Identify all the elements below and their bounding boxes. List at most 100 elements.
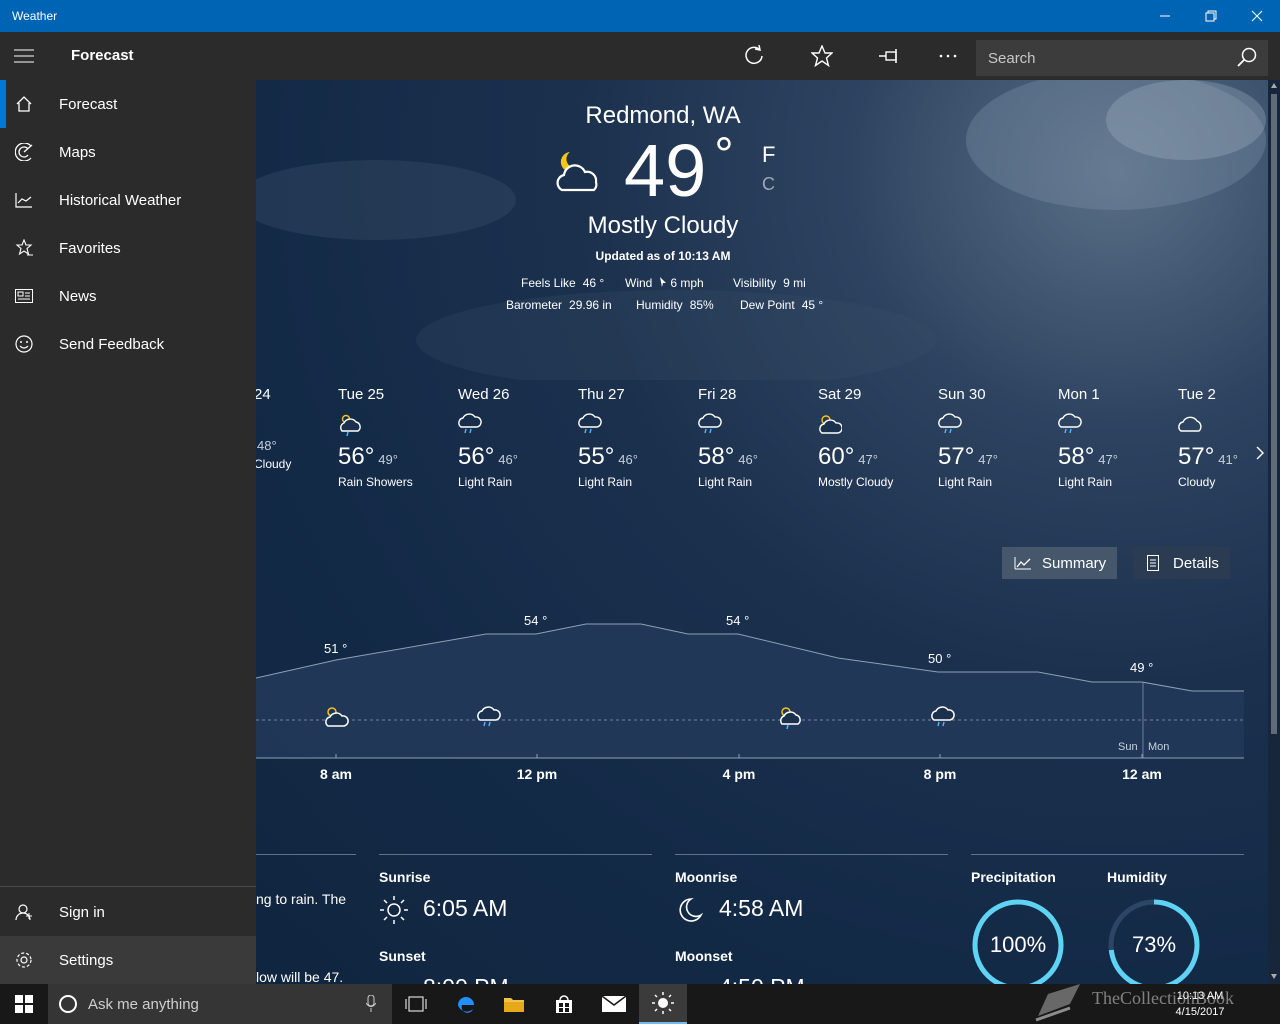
day-condition: Light Rain [938,475,993,489]
search-box[interactable] [976,40,1268,76]
star-list-icon [15,239,33,256]
sun-card: Sunrise 6:05 AM Sunset 8:00 PM [379,854,652,984]
details-button[interactable]: Details [1133,547,1230,579]
sidebar-item-news[interactable]: News [0,272,256,320]
day-name: Sat 29 [818,386,862,403]
day-condition: Light Rain [458,475,513,489]
daily-forecast-item[interactable]: Sat 29 60° 47° Mostly Cloudy [818,386,934,489]
file-explorer-button[interactable] [490,984,538,1024]
clock-time: 10:13 AM [1176,990,1224,1002]
summary-button[interactable]: Summary [1002,547,1117,579]
smiley-icon [15,335,33,353]
day-condition: Mostly Cloudy [818,475,894,489]
search-icon[interactable] [1236,47,1258,69]
sidebar-item-historical-weather[interactable]: Historical Weather [0,176,256,224]
daily-forecast-item[interactable]: Tue 25 56° 49° Rain Showers [338,386,454,489]
more-button[interactable] [928,36,968,76]
scroll-down-icon [1271,974,1277,979]
temp-label-5: 49 ° [1130,660,1153,675]
day-low: 48° [257,438,277,453]
moon-cloud-icon [556,152,598,192]
day-name: Tue 2 [1178,386,1216,403]
celsius-toggle[interactable]: C [762,174,775,195]
sidebar-item-label: Historical Weather [59,191,182,209]
system-clock[interactable]: 10:13 AM 4/15/2017 [1160,988,1240,1020]
rain-icon [458,413,482,434]
scrollbar-thumb[interactable] [1271,94,1277,734]
sidebar-item-favorites[interactable]: Favorites [0,224,256,272]
start-button[interactable] [0,984,48,1024]
hour-label: 4 pm [722,766,756,782]
close-icon [1251,10,1263,22]
line-chart-icon [1014,557,1031,570]
hour-label: 8 pm [923,766,957,782]
day-name: Wed 26 [458,386,510,403]
day-high: 60° [818,443,855,470]
sun-icon [652,992,674,1014]
sidebar-item-label: Sign in [59,903,105,921]
sidebar-item-sign-in[interactable]: Sign in [0,888,256,936]
day-condition: Cloudy [1178,475,1216,489]
cortana-icon [59,995,77,1013]
day-condition: Light Rain [698,475,753,489]
sidebar-item-send-feedback[interactable]: Send Feedback [0,320,256,368]
edge-button[interactable] [442,984,490,1024]
daily-forecast-item[interactable]: Wed 26 56° 46° Light Rain [458,386,574,489]
pin-icon [879,49,897,63]
daily-forecast-item[interactable]: Sun 30 57° 47° Light Rain [938,386,1054,489]
summary-text-2: low will be 47. [256,969,344,984]
sidebar-item-maps[interactable]: Maps [0,128,256,176]
daily-forecast-item[interactable]: Mon 1 58° 47° Light Rain [1058,386,1174,489]
daily-forecast-item[interactable]: Thu 27 55° 46° Light Rain [578,386,694,489]
task-view-icon [405,996,427,1012]
sunset-label: Sunset [379,948,426,964]
minimize-button[interactable] [1142,0,1188,32]
next-days-button[interactable] [1256,446,1264,465]
fahrenheit-toggle[interactable]: F [762,142,775,168]
day-high: 56° [338,443,375,470]
ellipsis-icon [939,54,957,58]
details-label: Details [1173,554,1219,572]
favorite-button[interactable] [802,36,842,76]
sunrise-time: 6:05 AM [423,895,508,921]
day-high: 55° [578,443,615,470]
dew-point: Dew Point 45 ° [740,298,824,312]
rain-icon [1058,413,1082,434]
day-condition: Light Rain [578,475,633,489]
store-button[interactable] [540,984,588,1024]
day-name: Tue 25 [338,386,385,403]
radar-icon [15,143,33,161]
sunrise-label: Sunrise [379,869,431,885]
rain-icon [938,413,962,434]
hour-label: 12 am [1122,766,1162,782]
hour-label: 8 am [320,766,352,782]
mail-icon [602,996,626,1012]
daily-forecast-item[interactable]: Tue 2 57° 41° Cloudy [1178,386,1268,489]
refresh-button[interactable] [734,36,774,76]
day-low: 46° [498,452,518,467]
mail-button[interactable] [590,984,638,1024]
day-divider-mon: Mon [1148,741,1169,753]
task-view-button[interactable] [392,984,440,1024]
cortana-search-box[interactable]: Ask me anything [48,984,392,1024]
person-icon [15,904,32,921]
sidebar-item-settings[interactable]: Settings [0,936,256,984]
close-button[interactable] [1234,0,1280,32]
pin-button[interactable] [870,36,910,76]
daily-forecast-item[interactable]: Fri 28 58° 46° Light Rain [698,386,814,489]
sunrise-icon [380,896,408,924]
restore-button[interactable] [1188,0,1234,32]
day-condition: Light Rain [1058,475,1113,489]
daily-forecast-item[interactable]: 24 48° Cloudy [256,386,314,471]
cloudy-icon [1178,416,1202,432]
moon-card: Moonrise 4:58 AM Moonset 4:50 PM [675,854,948,984]
sidebar-item-forecast[interactable]: Forecast [0,80,256,128]
weather-app-button[interactable] [639,984,687,1024]
hamburger-menu-button[interactable] [0,32,48,80]
precipitation-value: 100% [989,932,1047,957]
day-name: Fri 28 [698,386,737,403]
temp-label-3: 54 ° [726,613,749,628]
vertical-scrollbar[interactable] [1268,80,1280,984]
day-low: 49° [378,452,398,467]
search-input[interactable] [976,49,1226,67]
